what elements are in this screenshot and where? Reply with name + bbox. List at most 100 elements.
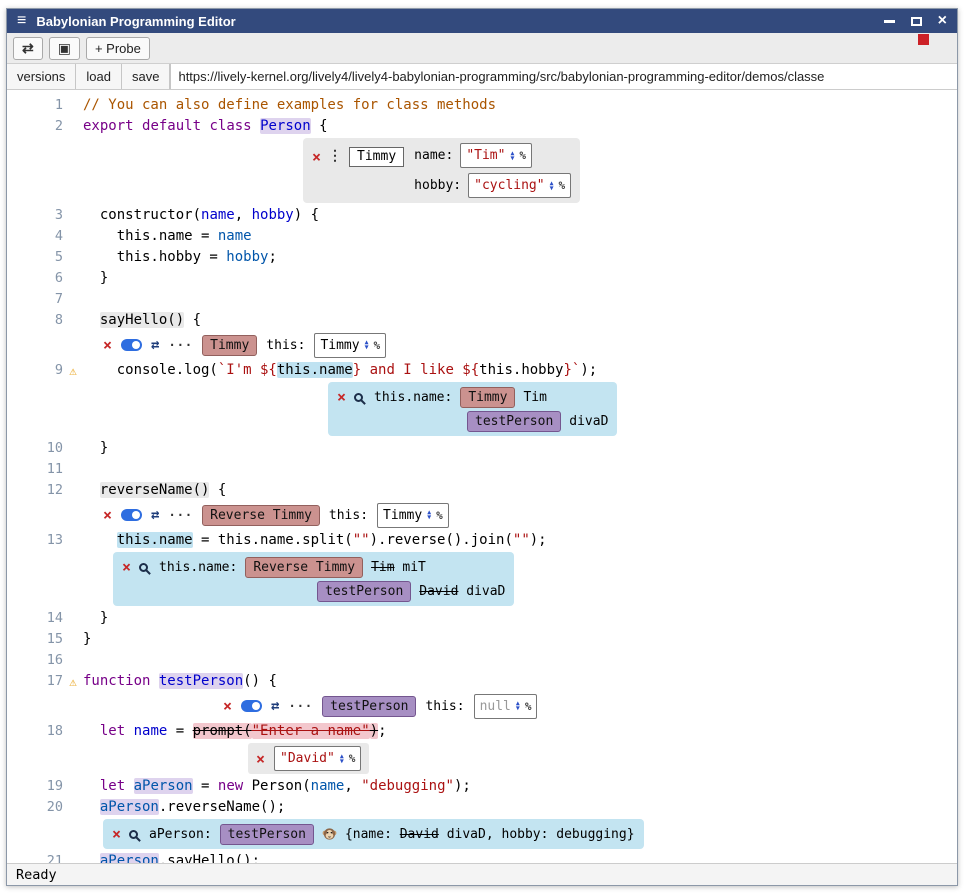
stepper-icon[interactable]: ▲▼ <box>427 510 431 520</box>
code-token <box>125 778 133 794</box>
magnifier-icon[interactable] <box>139 563 148 572</box>
delete-example-icon[interactable]: × <box>223 699 232 713</box>
example-badge[interactable]: Timmy <box>202 335 257 356</box>
value-field[interactable]: "cycling"▲▼% <box>468 173 571 198</box>
close-button[interactable]: × <box>938 16 947 26</box>
delete-example-icon[interactable]: × <box>103 338 112 352</box>
swap-icon[interactable]: ⇄ <box>151 335 159 356</box>
example-badge[interactable]: Timmy <box>460 387 515 408</box>
delete-probe-icon[interactable]: × <box>122 560 131 574</box>
delete-example-icon[interactable]: × <box>103 508 112 522</box>
code-token: "debugging" <box>361 778 454 794</box>
link-icon[interactable]: % <box>519 145 526 166</box>
menu-icon[interactable]: ≡ <box>17 12 26 30</box>
more-icon[interactable]: ··· <box>168 335 193 356</box>
drag-handle-icon[interactable]: ⋮ <box>328 146 342 167</box>
stepper-icon[interactable]: ▲▼ <box>550 181 554 191</box>
example-badge[interactable]: testPerson <box>220 824 314 845</box>
code-token: this.hobby = <box>83 249 226 265</box>
example-badge[interactable]: testPerson <box>322 696 416 717</box>
delete-replacement-icon[interactable]: × <box>256 752 265 766</box>
delete-probe-icon[interactable]: × <box>112 827 121 841</box>
line-number: 13 <box>19 530 63 551</box>
link-icon[interactable]: % <box>374 335 381 356</box>
status-text: Ready <box>16 867 57 883</box>
code-editor[interactable]: 1// You can also define examples for cla… <box>7 90 957 863</box>
magnifier-icon[interactable] <box>129 830 138 839</box>
minimize-button[interactable] <box>884 20 895 23</box>
url-input[interactable] <box>170 64 957 89</box>
delete-probe-icon[interactable]: × <box>337 390 346 404</box>
swap-button[interactable]: ⇄ <box>13 37 43 60</box>
code-token: `I'm ${ <box>218 362 277 378</box>
example-this-select[interactable]: Timmy▲▼% <box>377 503 449 528</box>
code-token: = <box>167 723 192 739</box>
stepper-icon[interactable]: ▲▼ <box>516 701 520 711</box>
example-badge[interactable]: Reverse Timmy <box>202 505 320 526</box>
window-title: Babylonian Programming Editor <box>36 14 235 29</box>
code-token: name <box>201 207 235 223</box>
example-badge[interactable]: Reverse Timmy <box>245 557 363 578</box>
toggle-on-icon[interactable] <box>241 700 262 712</box>
stepper-icon[interactable]: ▲▼ <box>510 151 514 161</box>
stepper-icon[interactable]: ▲▼ <box>365 340 369 350</box>
line-number: 8 <box>19 310 63 331</box>
example-this-select[interactable]: null▲▼% <box>474 694 538 719</box>
toggle-on-icon[interactable] <box>121 339 142 351</box>
example-badge[interactable]: testPerson <box>467 411 561 432</box>
code-token <box>252 118 260 134</box>
code-line: 18 let name = prompt("Enter a name"); <box>19 721 957 742</box>
line-number: 11 <box>19 459 63 480</box>
value-field[interactable]: "David"▲▼% <box>274 746 361 771</box>
probe-value: {name: David divaD, hobby: debugging} <box>345 824 635 845</box>
probe-value: David divaD <box>419 581 505 602</box>
swap-icon[interactable]: ⇄ <box>271 696 279 717</box>
code-token: let <box>100 723 125 739</box>
code-token: { <box>311 118 328 134</box>
minimize-icon <box>884 20 895 23</box>
maximize-button[interactable] <box>911 17 922 26</box>
code-token <box>83 799 100 815</box>
code-token <box>150 673 158 689</box>
warning-icon: ⚠ <box>63 360 83 381</box>
link-icon[interactable]: % <box>349 748 356 769</box>
link-icon[interactable]: % <box>559 175 566 196</box>
code-token <box>83 312 100 328</box>
swap-icon[interactable]: ⇄ <box>151 505 159 526</box>
example-name-field[interactable]: Timmy <box>349 147 404 167</box>
red-indicator[interactable] <box>918 34 929 45</box>
code-token: { <box>184 312 201 328</box>
probe-row: ×this.name:Reverse TimmyTim miT <box>122 555 505 579</box>
example-badge[interactable]: testPerson <box>317 581 411 602</box>
code-line: 10 } <box>19 438 957 459</box>
line-number: 14 <box>19 608 63 629</box>
more-icon[interactable]: ··· <box>288 696 313 717</box>
load-button[interactable]: load <box>76 64 122 89</box>
more-icon[interactable]: ··· <box>168 505 193 526</box>
probe-widget: ×aPerson:testPerson{name: David divaD, h… <box>103 819 644 849</box>
file-navbar: versions load save <box>7 64 957 90</box>
example-this-select[interactable]: Timmy▲▼% <box>314 333 386 358</box>
magnifier-icon[interactable] <box>354 393 363 402</box>
save-button[interactable]: save <box>122 64 170 89</box>
maximize-icon <box>911 17 922 26</box>
code-token: hobby <box>226 249 268 265</box>
code-text: console.log(`I'm ${this.name} and I like… <box>83 360 597 381</box>
code-text: } <box>83 608 108 629</box>
title-bar: ≡ Babylonian Programming Editor × <box>7 9 957 33</box>
value-field[interactable]: "Tim"▲▼% <box>460 143 532 168</box>
code-token: ; <box>378 723 386 739</box>
stepper-icon[interactable]: ▲▼ <box>340 754 344 764</box>
versions-button[interactable]: versions <box>7 64 76 89</box>
link-icon[interactable]: % <box>525 696 532 717</box>
frame-button[interactable]: ▣ <box>49 37 80 60</box>
link-icon[interactable]: % <box>436 505 443 526</box>
add-probe-button[interactable]: + Probe <box>86 37 150 60</box>
code-token: let <box>100 778 125 794</box>
toggle-on-icon[interactable] <box>121 509 142 521</box>
swap-icon: ⇄ <box>22 40 34 57</box>
delete-example-icon[interactable]: × <box>312 150 321 164</box>
code-token: constructor( <box>83 207 201 223</box>
code-token: sayHello() <box>100 312 184 328</box>
code-token: "" <box>513 532 530 548</box>
